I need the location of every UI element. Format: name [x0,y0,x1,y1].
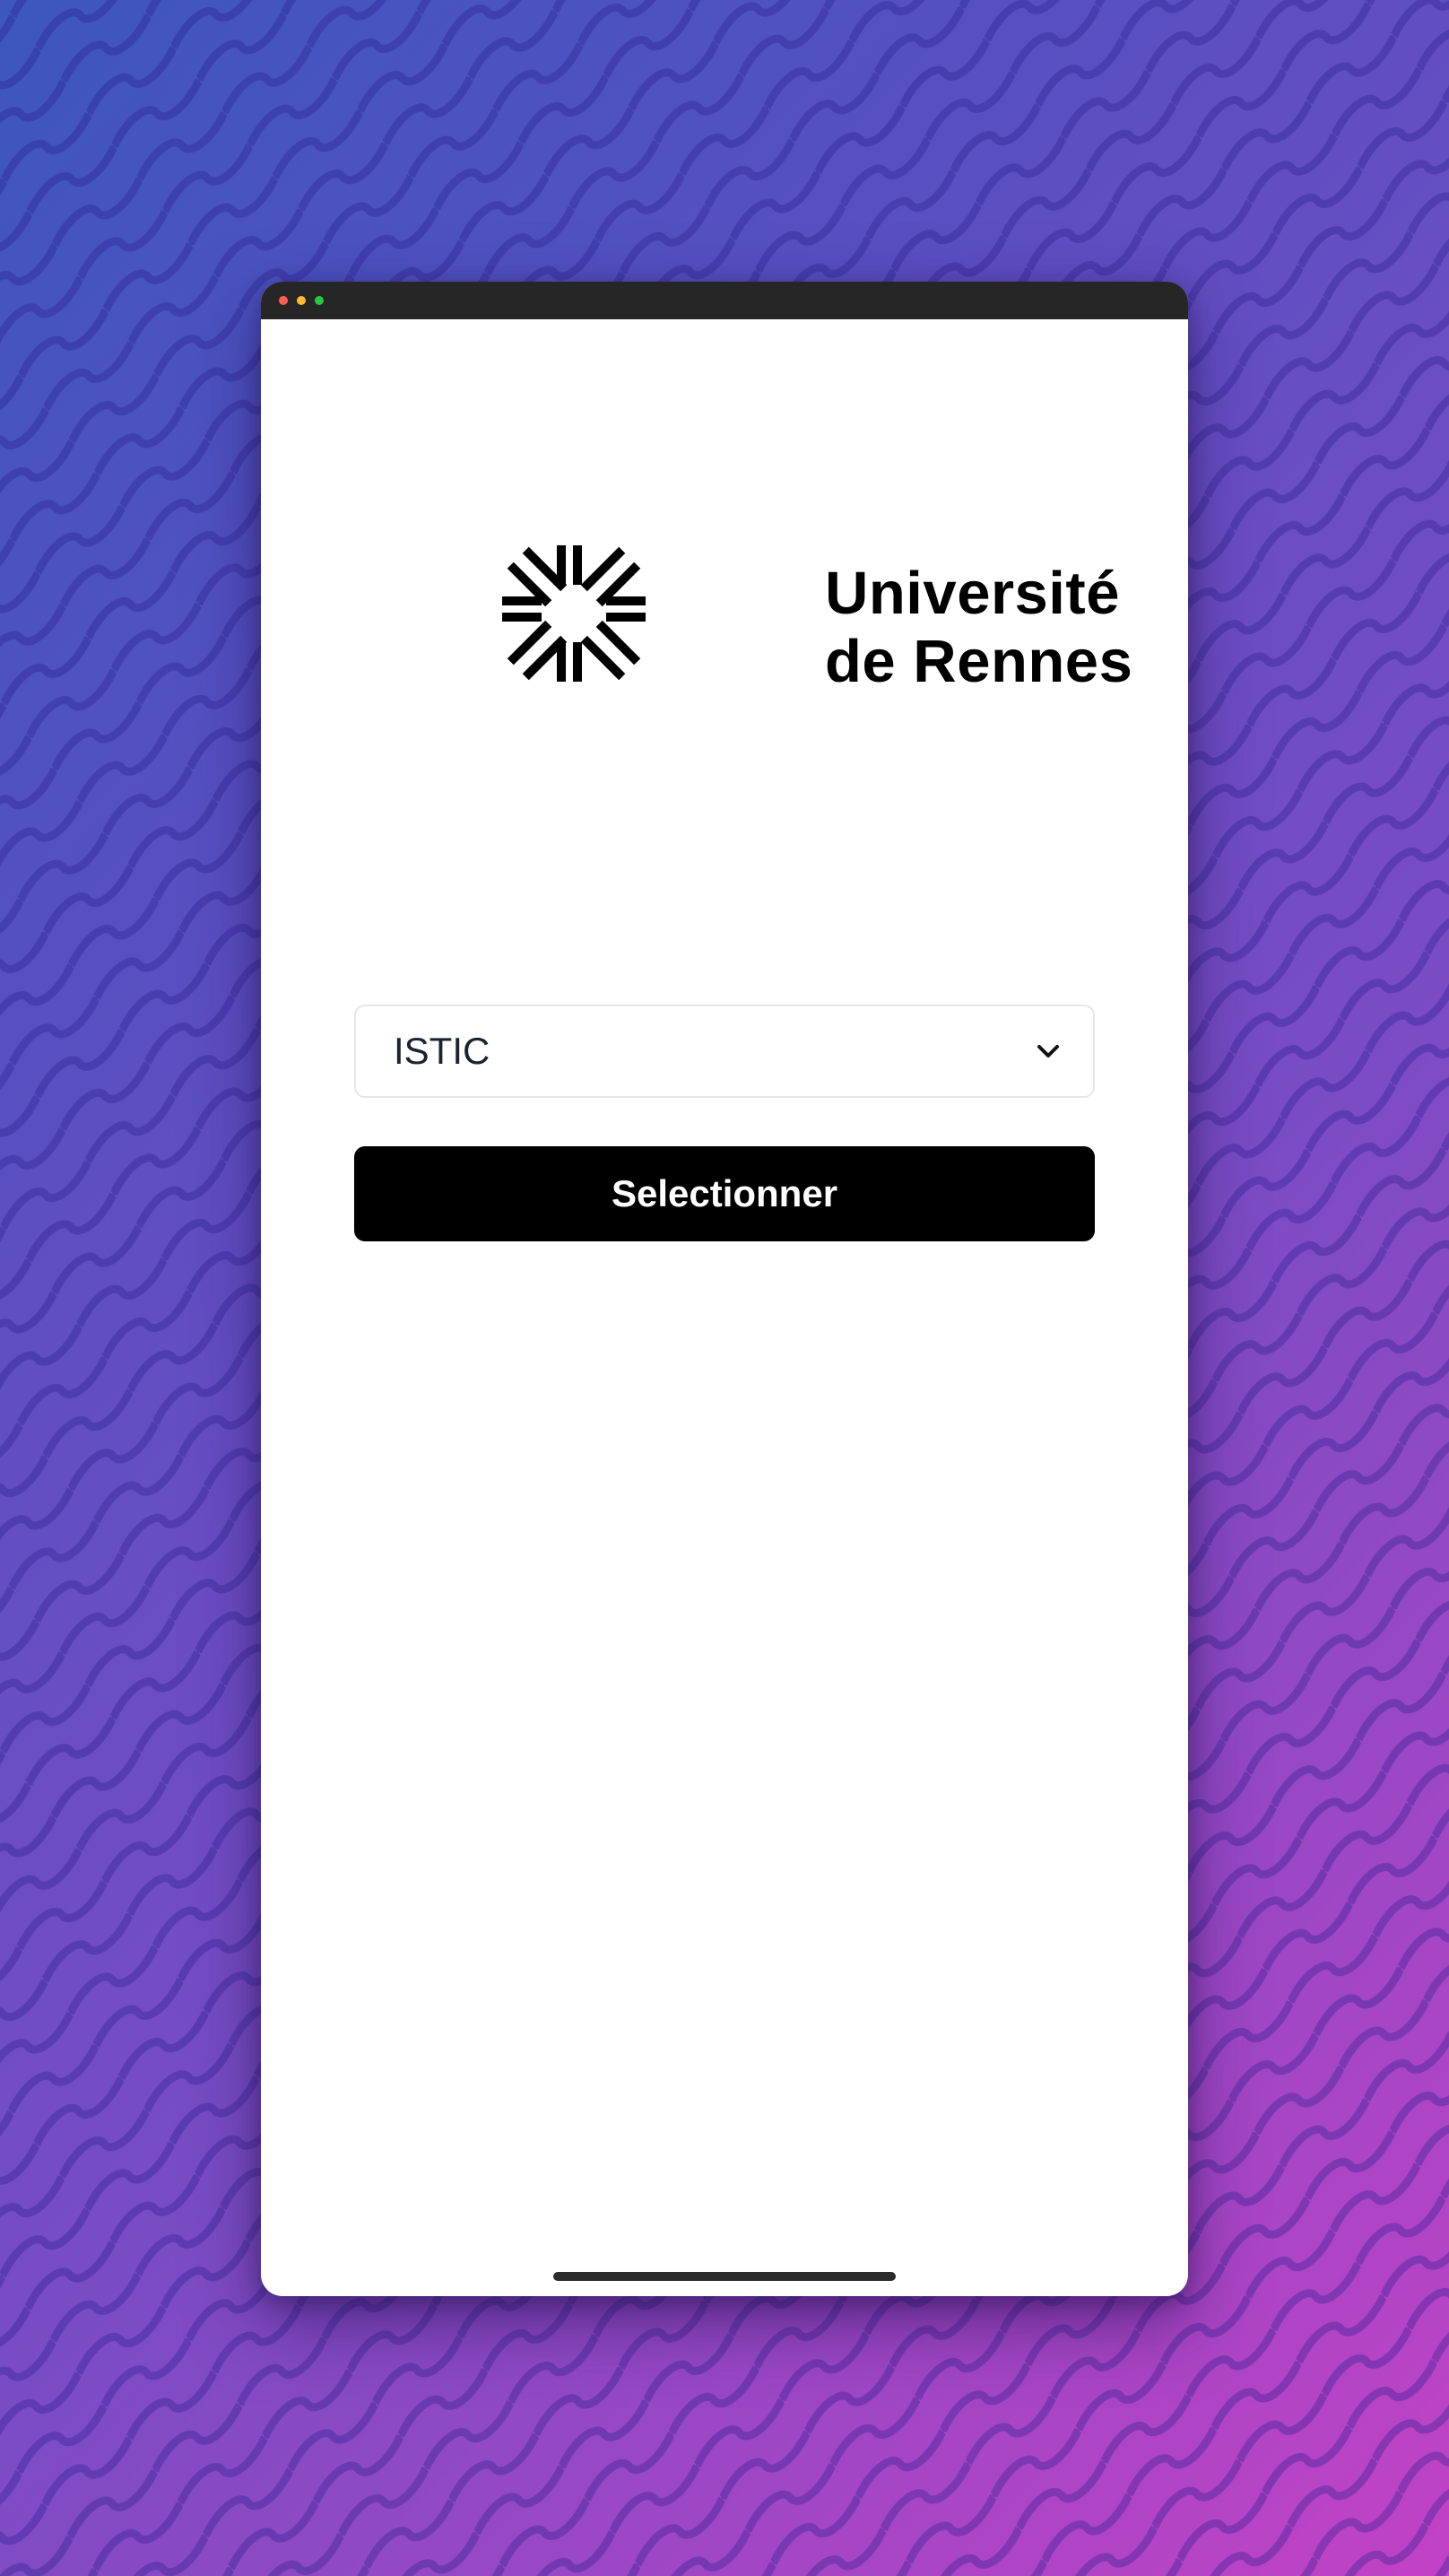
class-select-dropdown[interactable]: ISTIC [354,1005,1095,1098]
maximize-window-button[interactable] [315,296,324,305]
home-indicator[interactable] [553,2272,896,2281]
app-window: Université de Rennes Selectionner votre … [261,282,1188,2296]
university-logo: Université de Rennes [502,542,1132,703]
select-class-button[interactable]: Selectionner [354,1146,1095,1241]
universite-de-rennes-emblem-icon [502,545,646,682]
class-select-value: ISTIC [394,1030,490,1072]
minimize-window-button[interactable] [297,296,306,305]
close-window-button[interactable] [279,296,288,305]
window-titlebar [261,282,1188,319]
chevron-down-icon [1037,1045,1059,1057]
logo-text-line2: de Rennes [825,628,1133,695]
